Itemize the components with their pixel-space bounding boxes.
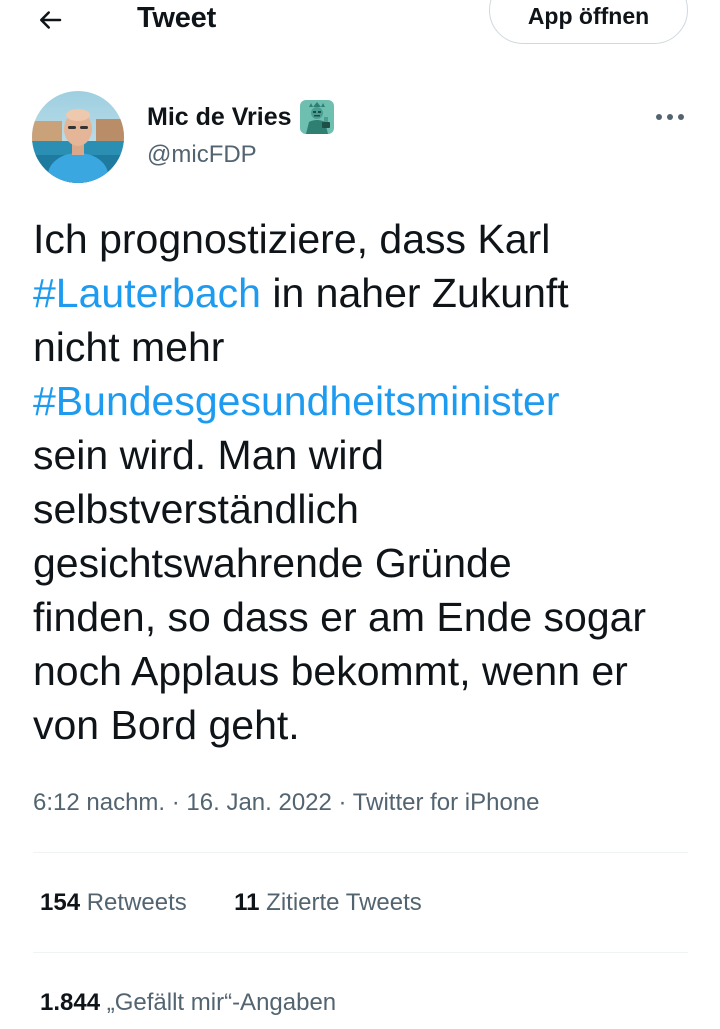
- tweet-text-segment: selbstverständlich: [33, 486, 359, 532]
- stats-row: 154 Retweets 11 Zitierte Tweets: [40, 886, 422, 920]
- tweet-meta: 6:12 nachm. · 16. Jan. 2022 · Twitter fo…: [33, 786, 540, 820]
- back-arrow-icon: [40, 11, 62, 29]
- statue-of-liberty-icon: [299, 100, 334, 134]
- profile-photo: [32, 91, 124, 183]
- tweet-text-segment: sein wird. Man wird: [33, 432, 384, 478]
- tweet-text-line: sein wird. Man wird: [33, 428, 703, 482]
- divider: [33, 952, 688, 953]
- tweet-text-line: #Bundesgesundheitsminister: [33, 374, 703, 428]
- tweet-text-line: #Lauterbach in naher Zukunft: [33, 266, 703, 320]
- avatar[interactable]: [32, 91, 124, 183]
- tweet-text-segment: gesichtswahrende Gründe: [33, 540, 512, 586]
- tweet-date: 16. Jan. 2022: [186, 789, 332, 816]
- tweet-text-line: finden, so dass er am Ende sogar: [33, 590, 703, 644]
- more-dots-icon: [656, 114, 684, 120]
- back-button[interactable]: [26, 0, 74, 40]
- hashtag-link[interactable]: #Bundesgesundheitsminister: [33, 378, 560, 424]
- tweet-text-line: noch Applaus bekommt, wenn er: [33, 644, 703, 698]
- likes-label: „Gefällt mir“-Angaben: [106, 989, 337, 1016]
- tweet-text-line: nicht mehr: [33, 320, 703, 374]
- retweets-stat[interactable]: 154 Retweets: [40, 886, 187, 920]
- top-bar: Tweet App öffnen: [0, 0, 720, 70]
- tweet-text-segment: noch Applaus bekommt, wenn er: [33, 648, 628, 694]
- tweet-text-line: von Bord geht.: [33, 698, 703, 752]
- tweet-text-segment: Ich prognostiziere, dass Karl: [33, 216, 551, 262]
- hashtag-link[interactable]: #Lauterbach: [33, 270, 261, 316]
- retweets-label: Retweets: [86, 889, 187, 916]
- author-handle[interactable]: @micFDP: [147, 139, 257, 171]
- tweet-text-line: selbstverständlich: [33, 482, 703, 536]
- tweet-text-segment: in naher Zukunft: [260, 270, 569, 316]
- author-name[interactable]: Mic de Vries: [147, 100, 334, 134]
- likes-count: 1.844: [40, 989, 101, 1016]
- author-name-label: Mic de Vries: [147, 103, 292, 131]
- likes-stat[interactable]: 1.844 „Gefällt mir“-Angaben: [40, 986, 336, 1020]
- open-app-button[interactable]: App öffnen: [489, 0, 688, 44]
- tweet-text: Ich prognostiziere, dass Karl #Lauterbach…: [33, 212, 703, 752]
- tweet-text-segment: finden, so dass er am Ende sogar: [33, 594, 647, 640]
- retweets-count: 154: [40, 889, 81, 916]
- quotes-label: Zitierte Tweets: [266, 889, 422, 916]
- tweet-time: 6:12 nachm.: [33, 789, 166, 816]
- more-options-button[interactable]: [648, 104, 692, 130]
- meta-separator: ·: [165, 789, 187, 816]
- tweet-text-segment: nicht mehr: [33, 324, 225, 370]
- quotes-count: 11: [234, 889, 260, 916]
- divider: [33, 852, 688, 853]
- quote-tweets-stat[interactable]: 11 Zitierte Tweets: [234, 886, 422, 920]
- tweet-text-line: gesichtswahrende Gründe: [33, 536, 703, 590]
- tweet-text-segment: von Bord geht.: [33, 702, 300, 748]
- meta-separator: ·: [331, 789, 353, 816]
- tweet-text-line: Ich prognostiziere, dass Karl: [33, 212, 703, 266]
- likes-row: 1.844 „Gefällt mir“-Angaben: [40, 986, 336, 1020]
- tweet-source[interactable]: Twitter for iPhone: [353, 789, 540, 816]
- page-title: Tweet: [137, 2, 217, 34]
